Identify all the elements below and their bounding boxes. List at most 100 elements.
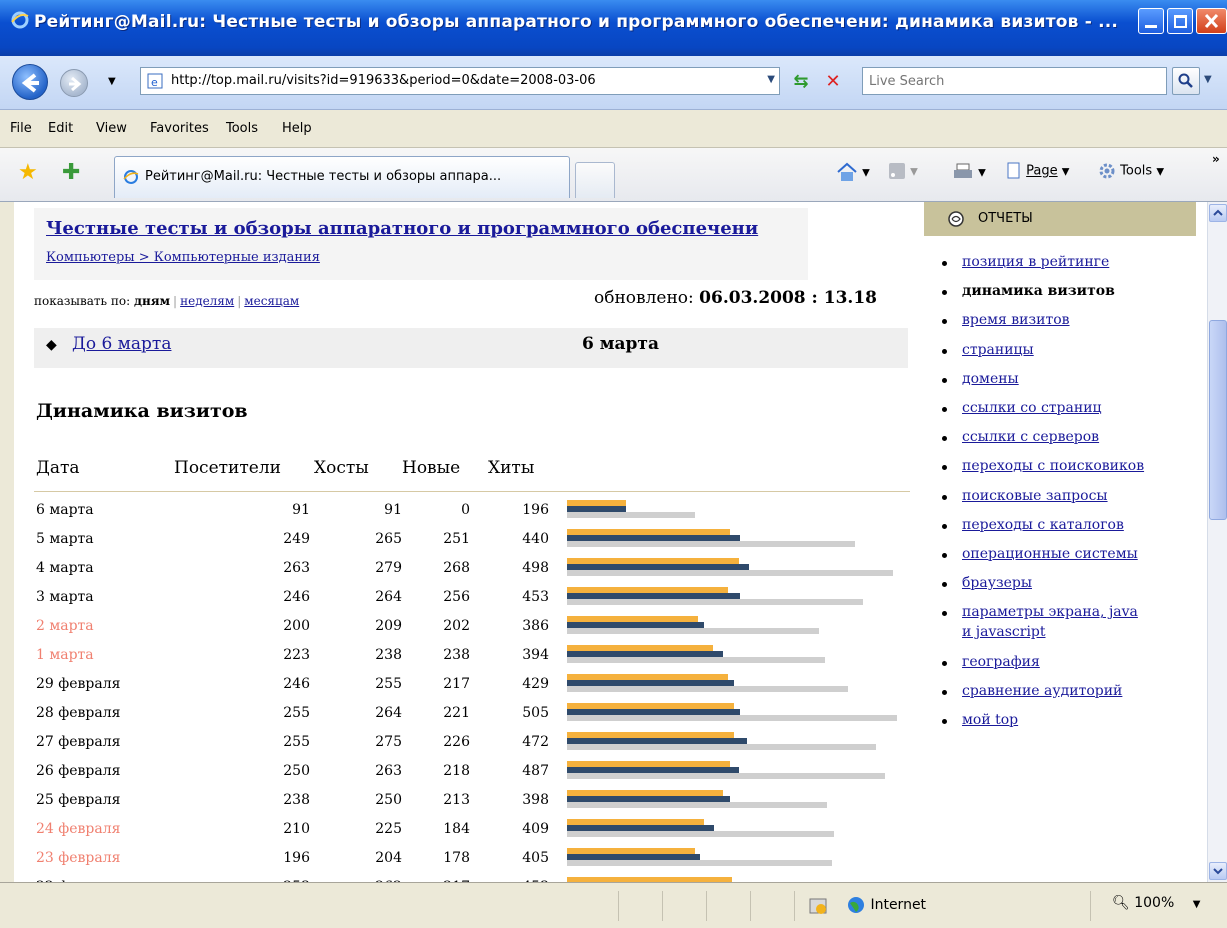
period-months-link[interactable]: месяцам: [244, 294, 299, 308]
zoom-dropdown-icon[interactable]: ▼: [1193, 899, 1201, 910]
toolbar-overflow-chevron-icon[interactable]: »: [1212, 152, 1220, 166]
report-link-continuation[interactable]: и javascript: [962, 624, 1046, 640]
report-link[interactable]: ссылки со страниц: [962, 400, 1102, 416]
reports-title: ОТЧЕТЫ: [978, 211, 1033, 226]
scroll-down-button[interactable]: [1209, 862, 1227, 880]
vertical-scrollbar[interactable]: [1207, 202, 1227, 882]
bar-hits: [567, 628, 819, 634]
cell-visitors: 210: [283, 821, 310, 837]
menu-view[interactable]: View: [96, 121, 127, 136]
bullet-icon: [942, 290, 947, 296]
recent-pages-dropdown-icon[interactable]: ▼: [108, 76, 116, 87]
menu-favorites[interactable]: Favorites: [150, 121, 209, 136]
add-favorite-icon[interactable]: ✚: [62, 162, 80, 184]
cell-hits: 487: [522, 763, 549, 779]
maximize-button[interactable]: [1167, 8, 1193, 34]
scroll-thumb[interactable]: [1209, 320, 1227, 520]
table-row: 2 марта 200 209 202 386: [14, 612, 914, 641]
menu-edit[interactable]: Edit: [48, 121, 73, 136]
show-by-label: показывать по:: [34, 294, 131, 308]
cell-new: 217: [443, 676, 470, 692]
bullet-icon: [942, 436, 947, 442]
menu-help[interactable]: Help: [282, 121, 312, 136]
stop-icon[interactable]: ✕: [820, 70, 846, 94]
tab-current[interactable]: Рейтинг@Mail.ru: Честные тесты и обзоры …: [114, 156, 570, 198]
cell-date: 27 февраля: [36, 734, 121, 750]
period-weeks-link[interactable]: неделям: [180, 294, 234, 308]
cell-date: 4 марта: [36, 560, 94, 576]
address-bar[interactable]: e http://top.mail.ru/visits?id=919633&pe…: [140, 67, 780, 95]
cell-hits: 394: [522, 647, 549, 663]
report-link[interactable]: позиция в рейтинге: [962, 254, 1109, 270]
report-link[interactable]: поисковые запросы: [962, 488, 1108, 504]
cell-new: 213: [443, 792, 470, 808]
search-options-dropdown-icon[interactable]: ▼: [1204, 74, 1212, 85]
bullet-icon: [942, 261, 947, 266]
report-link[interactable]: операционные системы: [962, 546, 1138, 562]
bullet-icon: [942, 465, 947, 471]
favorites-star-icon[interactable]: ★: [18, 162, 38, 184]
tools-menu-button[interactable]: Tools ▼: [1098, 162, 1164, 180]
zoom-value: 100%: [1134, 895, 1175, 911]
forward-button[interactable]: [60, 69, 88, 97]
report-link[interactable]: параметры экрана, java: [962, 604, 1138, 620]
cell-date: 5 марта: [36, 531, 94, 547]
minimize-button[interactable]: [1138, 8, 1164, 34]
search-box[interactable]: [862, 67, 1167, 95]
cell-hits: 498: [522, 560, 549, 576]
page-menu-button[interactable]: Page ▼: [1006, 162, 1069, 180]
zoom-control[interactable]: 🔍︎ 100% ▼: [1112, 895, 1200, 911]
home-icon[interactable]: ▼: [836, 162, 870, 182]
cell-date: 25 февраля: [36, 792, 121, 808]
report-link[interactable]: география: [962, 654, 1040, 670]
ie-page-icon: [123, 170, 139, 184]
close-window-button[interactable]: [1196, 8, 1227, 34]
report-link[interactable]: переходы с поисковиков: [962, 458, 1144, 474]
report-link[interactable]: домены: [962, 371, 1019, 387]
previous-date-link[interactable]: До 6 марта: [72, 334, 171, 354]
table-row: 27 февраля 255 275 226 472: [14, 728, 914, 757]
section-title: Динамика визитов: [36, 400, 248, 422]
feeds-icon[interactable]: ▼: [888, 162, 918, 180]
updated-value: 06.03.2008 : 13.18: [699, 288, 877, 308]
bar-hits: [567, 744, 876, 750]
cell-date: 23 февраля: [36, 850, 121, 866]
menu-file[interactable]: File: [10, 121, 32, 136]
cell-new: 256: [443, 589, 470, 605]
protected-mode-icon[interactable]: [808, 896, 828, 916]
report-link[interactable]: ссылки с серверов: [962, 429, 1099, 445]
cell-hosts: 265: [375, 531, 402, 547]
print-icon[interactable]: ▼: [952, 162, 986, 182]
cell-hits: 398: [522, 792, 549, 808]
report-current-label: динамика визитов: [962, 283, 1115, 300]
site-title-link[interactable]: Честные тесты и обзоры аппаратного и про…: [46, 218, 758, 239]
cell-date: 2 марта: [36, 618, 94, 634]
report-link[interactable]: переходы с каталогов: [962, 517, 1124, 533]
table-row: 24 февраля 210 225 184 409: [14, 815, 914, 844]
report-link[interactable]: браузеры: [962, 575, 1032, 591]
report-link[interactable]: сравнение аудиторий: [962, 683, 1122, 699]
cell-hits: 440: [522, 531, 549, 547]
scroll-up-button[interactable]: [1209, 204, 1227, 222]
address-dropdown-icon[interactable]: ▼: [767, 74, 775, 85]
report-link[interactable]: мой top: [962, 712, 1018, 728]
breadcrumb[interactable]: Компьютеры > Компьютерные издания: [46, 250, 320, 265]
close-icon: [1204, 13, 1219, 29]
cell-visitors: 255: [283, 734, 310, 750]
menu-tools[interactable]: Tools: [226, 121, 258, 136]
table-row: 5 марта 249 265 251 440: [14, 525, 914, 554]
bar-hits: [567, 541, 855, 547]
page-content: Честные тесты и обзоры аппаратного и про…: [14, 202, 1207, 882]
report-link[interactable]: время визитов: [962, 312, 1070, 328]
refresh-icon[interactable]: ⇆: [788, 70, 814, 94]
back-button[interactable]: [12, 64, 48, 100]
search-input[interactable]: [869, 69, 1159, 93]
search-button[interactable]: [1172, 67, 1200, 95]
cell-hosts: 264: [375, 705, 402, 721]
new-tab-button[interactable]: [575, 162, 615, 198]
table-row: 6 марта 91 91 0 196: [14, 496, 914, 525]
title-bar: Рейтинг@Mail.ru: Честные тесты и обзоры …: [0, 0, 1227, 56]
status-divider: [1090, 891, 1091, 921]
report-link[interactable]: страницы: [962, 342, 1034, 358]
security-zone[interactable]: Internet: [846, 895, 926, 915]
